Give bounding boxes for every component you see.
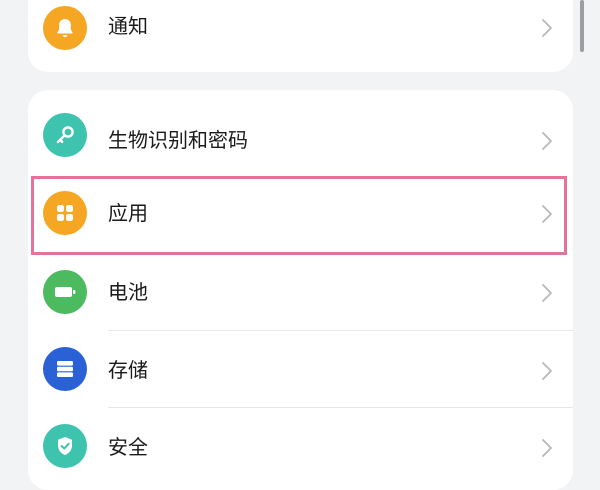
security-label: 安全	[108, 435, 148, 459]
settings-item-storage[interactable]: 存储	[28, 331, 573, 409]
chevron-right-icon	[542, 439, 552, 457]
battery-icon	[43, 270, 87, 314]
apps-grid-icon	[43, 191, 87, 235]
biometrics-label: 生物识别和密码	[108, 128, 248, 152]
settings-group-top: 通知	[28, 0, 573, 72]
settings-item-security[interactable]: 安全	[28, 408, 573, 486]
chevron-right-icon	[542, 205, 552, 223]
bell-icon	[43, 6, 87, 50]
key-icon	[43, 113, 87, 157]
chevron-right-icon	[542, 132, 552, 150]
settings-item-biometrics[interactable]: 生物识别和密码	[28, 96, 573, 174]
settings-item-battery[interactable]: 电池	[28, 254, 573, 332]
chevron-right-icon	[542, 284, 552, 302]
storage-label: 存储	[108, 358, 148, 382]
storage-icon	[43, 347, 87, 391]
apps-label: 应用	[108, 201, 148, 225]
notification-label: 通知	[108, 14, 148, 38]
settings-item-notification[interactable]: 通知	[28, 0, 573, 67]
chevron-right-icon	[542, 362, 552, 380]
battery-label: 电池	[108, 280, 148, 304]
chevron-right-icon	[542, 19, 552, 37]
shield-check-icon	[43, 424, 87, 468]
scrollbar[interactable]	[580, 0, 584, 52]
settings-group-main: 生物识别和密码 应用 电池 存储 安全	[28, 90, 573, 490]
settings-item-apps[interactable]: 应用	[28, 176, 573, 254]
